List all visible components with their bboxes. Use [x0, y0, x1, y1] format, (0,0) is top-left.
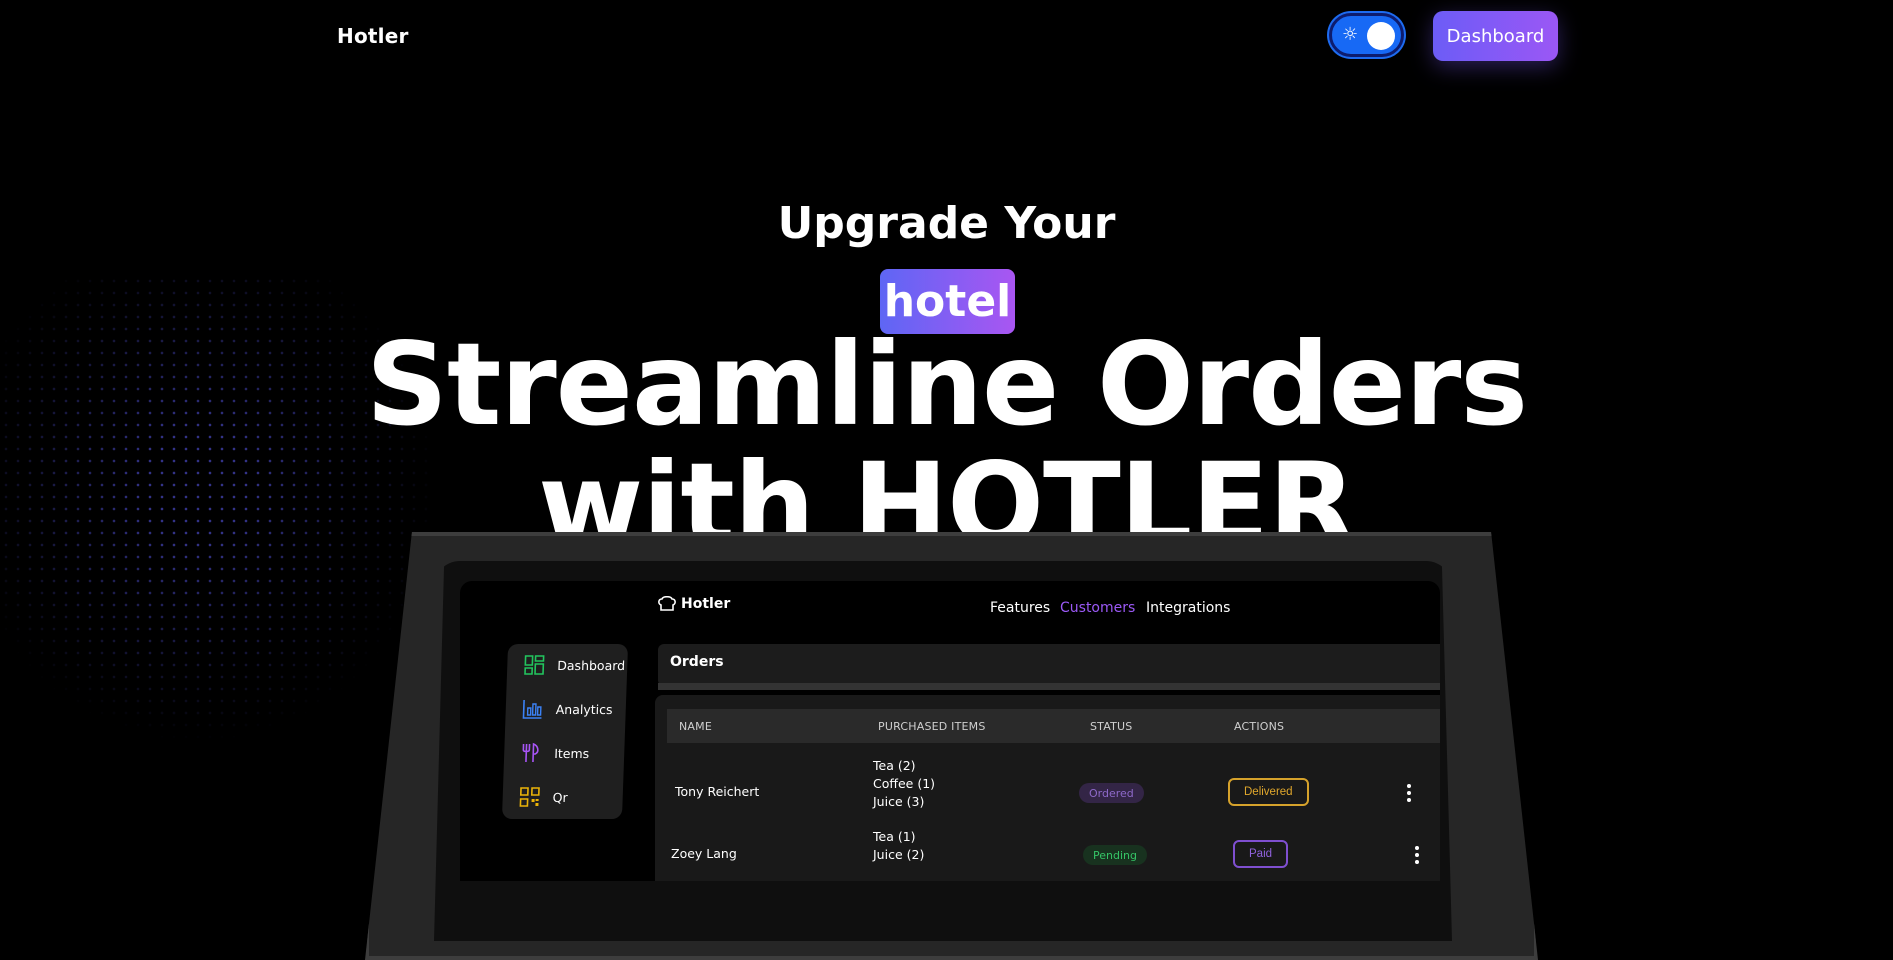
sidebar-item-dashboard[interactable]: Dashboard	[523, 654, 626, 676]
hero-title-line2: with HOTLER	[537, 445, 1356, 535]
column-header-purchased-items[interactable]: PURCHASED ITEMS	[878, 720, 986, 733]
toggle-knob	[1367, 22, 1395, 50]
sidebar-item-qr[interactable]: Qr	[518, 786, 568, 808]
delivered-button[interactable]: Delivered	[1228, 778, 1309, 806]
column-header-actions[interactable]: ACTIONS	[1234, 720, 1284, 733]
sidebar-label-qr: Qr	[552, 789, 568, 805]
mockup-brand: Hotler	[657, 596, 730, 612]
orders-table: NAME PURCHASED ITEMS STATUS ACTIONS Tony…	[655, 695, 1440, 881]
row-name: Zoey Lang	[671, 846, 737, 861]
item-line: Juice (3)	[873, 794, 925, 809]
sun-icon: ☼	[1342, 24, 1359, 45]
orders-title: Orders	[670, 654, 724, 670]
qr-code-icon	[519, 787, 540, 807]
orders-divider	[658, 683, 1440, 690]
column-header-name[interactable]: NAME	[679, 720, 712, 733]
analytics-chart-icon	[522, 700, 542, 719]
mockup-sidebar: Dashboard Analytics Items Qr	[501, 644, 629, 819]
theme-toggle[interactable]: ☼	[1329, 13, 1404, 57]
sidebar-item-analytics[interactable]: Analytics	[521, 698, 613, 720]
mockup-brand-label: Hotler	[681, 596, 731, 612]
site-brand[interactable]: Hotler	[337, 24, 409, 48]
status-badge: Ordered	[1079, 783, 1144, 803]
dashboard-button[interactable]: Dashboard	[1433, 11, 1558, 61]
table-header: NAME PURCHASED ITEMS STATUS ACTIONS	[667, 709, 1440, 743]
mockup-nav-integrations[interactable]: Integrations	[1146, 600, 1230, 616]
orders-header: Orders	[658, 644, 1440, 686]
sidebar-label-analytics: Analytics	[555, 701, 613, 717]
chef-hat-icon	[658, 596, 676, 611]
row-name: Tony Reichert	[675, 784, 760, 799]
status-badge: Pending	[1083, 845, 1147, 865]
item-line: Juice (2)	[873, 847, 925, 862]
laptop-screen: Hotler Features Customers Integrations D…	[460, 581, 1440, 881]
item-line: Coffee (1)	[873, 776, 936, 791]
fork-knife-icon	[522, 742, 539, 762]
mockup-nav-customers[interactable]: Customers	[1060, 600, 1135, 616]
mockup-nav-features[interactable]: Features	[990, 600, 1050, 616]
more-options-icon[interactable]	[1415, 846, 1420, 867]
sidebar-label-items: Items	[553, 745, 590, 761]
hero-title-line1: Streamline Orders	[365, 318, 1528, 451]
sidebar-item-items[interactable]: Items	[520, 742, 590, 764]
row-items: Tea (2) Coffee (1) Juice (3)	[873, 757, 935, 811]
item-line: Tea (2)	[873, 758, 916, 773]
dashboard-grid-icon	[524, 655, 545, 675]
item-line: Tea (1)	[873, 829, 916, 844]
paid-button[interactable]: Paid	[1233, 840, 1289, 868]
column-header-status[interactable]: STATUS	[1090, 720, 1132, 733]
sidebar-label-dashboard: Dashboard	[557, 657, 626, 673]
more-options-icon[interactable]	[1407, 784, 1412, 805]
row-items: Tea (1) Juice (2)	[873, 828, 924, 864]
hero-subtitle: Upgrade Your	[777, 198, 1116, 249]
